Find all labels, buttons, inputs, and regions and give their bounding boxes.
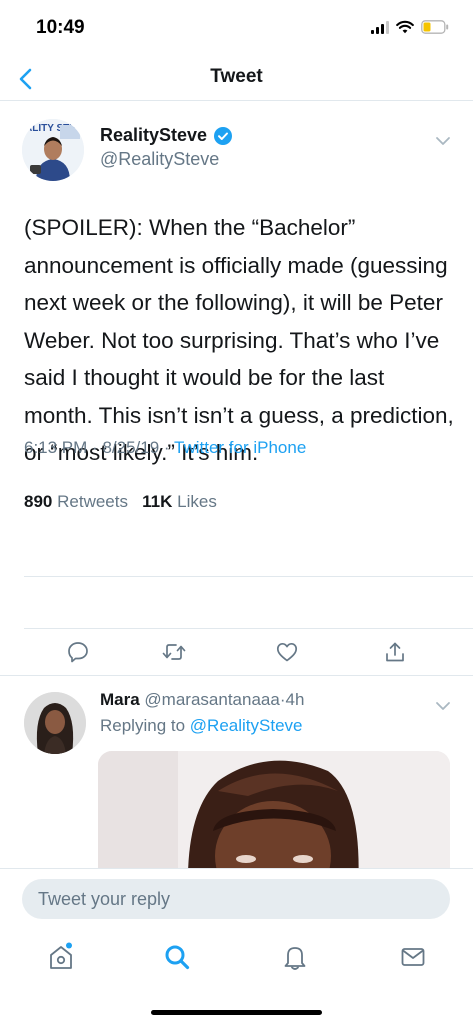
likes-label: Likes (177, 492, 217, 511)
verified-badge-icon (214, 126, 233, 145)
battery-icon (421, 20, 449, 34)
retweet-button[interactable] (160, 638, 188, 666)
status-time: 10:49 (36, 17, 85, 38)
chevron-down-icon (436, 137, 450, 145)
reply-media-image[interactable] (98, 751, 450, 868)
like-icon (276, 642, 298, 662)
author-name-text: RealitySteve (100, 125, 208, 145)
divider (24, 628, 473, 629)
reply-author-handle[interactable]: @marasantanaaa (144, 690, 279, 709)
likes-count: 11K (142, 492, 173, 511)
reply-tweet[interactable]: Mara @marasantanaaa·4h Replying to @Real… (0, 676, 473, 868)
replying-to-prefix: Replying to (100, 716, 186, 735)
tweet-meta: 6:13 PM · 8/25/19 · Twitter for iPhone (24, 438, 306, 458)
like-button[interactable] (273, 638, 301, 666)
tab-messages[interactable] (398, 942, 428, 972)
wifi-icon (396, 20, 414, 34)
tab-notifications[interactable] (280, 942, 310, 972)
author-handle[interactable]: @RealitySteve (100, 149, 219, 170)
replying-to-mention[interactable]: @RealitySteve (190, 716, 303, 735)
reply-options-button[interactable] (435, 698, 451, 716)
tab-bar (0, 930, 473, 1024)
divider (24, 576, 473, 577)
tab-home[interactable] (46, 942, 76, 972)
tweet-actions (0, 632, 473, 676)
meta-separator: · (92, 438, 98, 457)
tab-search[interactable] (162, 942, 192, 972)
author-avatar[interactable]: ALITY STE (22, 119, 84, 181)
reply-avatar-image (24, 692, 86, 754)
reply-input[interactable]: Tweet your reply (22, 879, 450, 919)
share-icon (386, 642, 404, 662)
engagement-counts: 890 Retweets 11K Likes (24, 492, 217, 512)
retweets-count-link[interactable]: 890 Retweets (24, 492, 128, 511)
notifications-icon (284, 947, 306, 970)
tweet-text: (SPOILER): When the “Bachelor” announcem… (24, 215, 454, 465)
reply-avatar[interactable] (24, 692, 86, 754)
retweets-count: 890 (24, 492, 53, 511)
meta-separator: · (163, 438, 170, 457)
share-button[interactable] (381, 638, 409, 666)
status-bar: 10:49 (0, 0, 473, 58)
likes-count-link[interactable]: 11K Likes (142, 492, 217, 511)
replying-to: Replying to @RealitySteve (100, 716, 303, 736)
media-photo (98, 751, 450, 868)
home-indicator (151, 1010, 322, 1015)
signal-icon (371, 20, 389, 34)
search-icon (165, 945, 190, 970)
page-title: Tweet (210, 66, 263, 87)
home-icon (50, 942, 72, 969)
reply-author-name[interactable]: Mara (100, 690, 140, 709)
status-icons (371, 20, 449, 34)
messages-icon (401, 948, 425, 966)
reply-header: Mara @marasantanaaa·4h (100, 690, 304, 710)
reply-age: 4h (285, 690, 305, 709)
tweet-time: 6:13 PM (24, 438, 88, 457)
tweet-options-button[interactable] (435, 133, 451, 151)
reply-composer: Tweet your reply (0, 868, 473, 931)
tweet-source[interactable]: Twitter for iPhone (174, 438, 306, 457)
reply-input-placeholder: Tweet your reply (38, 889, 171, 909)
avatar-image: ALITY STE (22, 119, 84, 181)
tweet-date: 8/25/19 (102, 438, 160, 457)
retweet-icon (162, 644, 186, 660)
retweets-label: Retweets (57, 492, 128, 511)
nav-bar: Tweet (0, 58, 473, 101)
chevron-down-icon (436, 702, 450, 710)
reply-button[interactable] (64, 638, 92, 666)
author-name[interactable]: RealitySteve (100, 125, 233, 146)
reply-icon (68, 642, 88, 663)
